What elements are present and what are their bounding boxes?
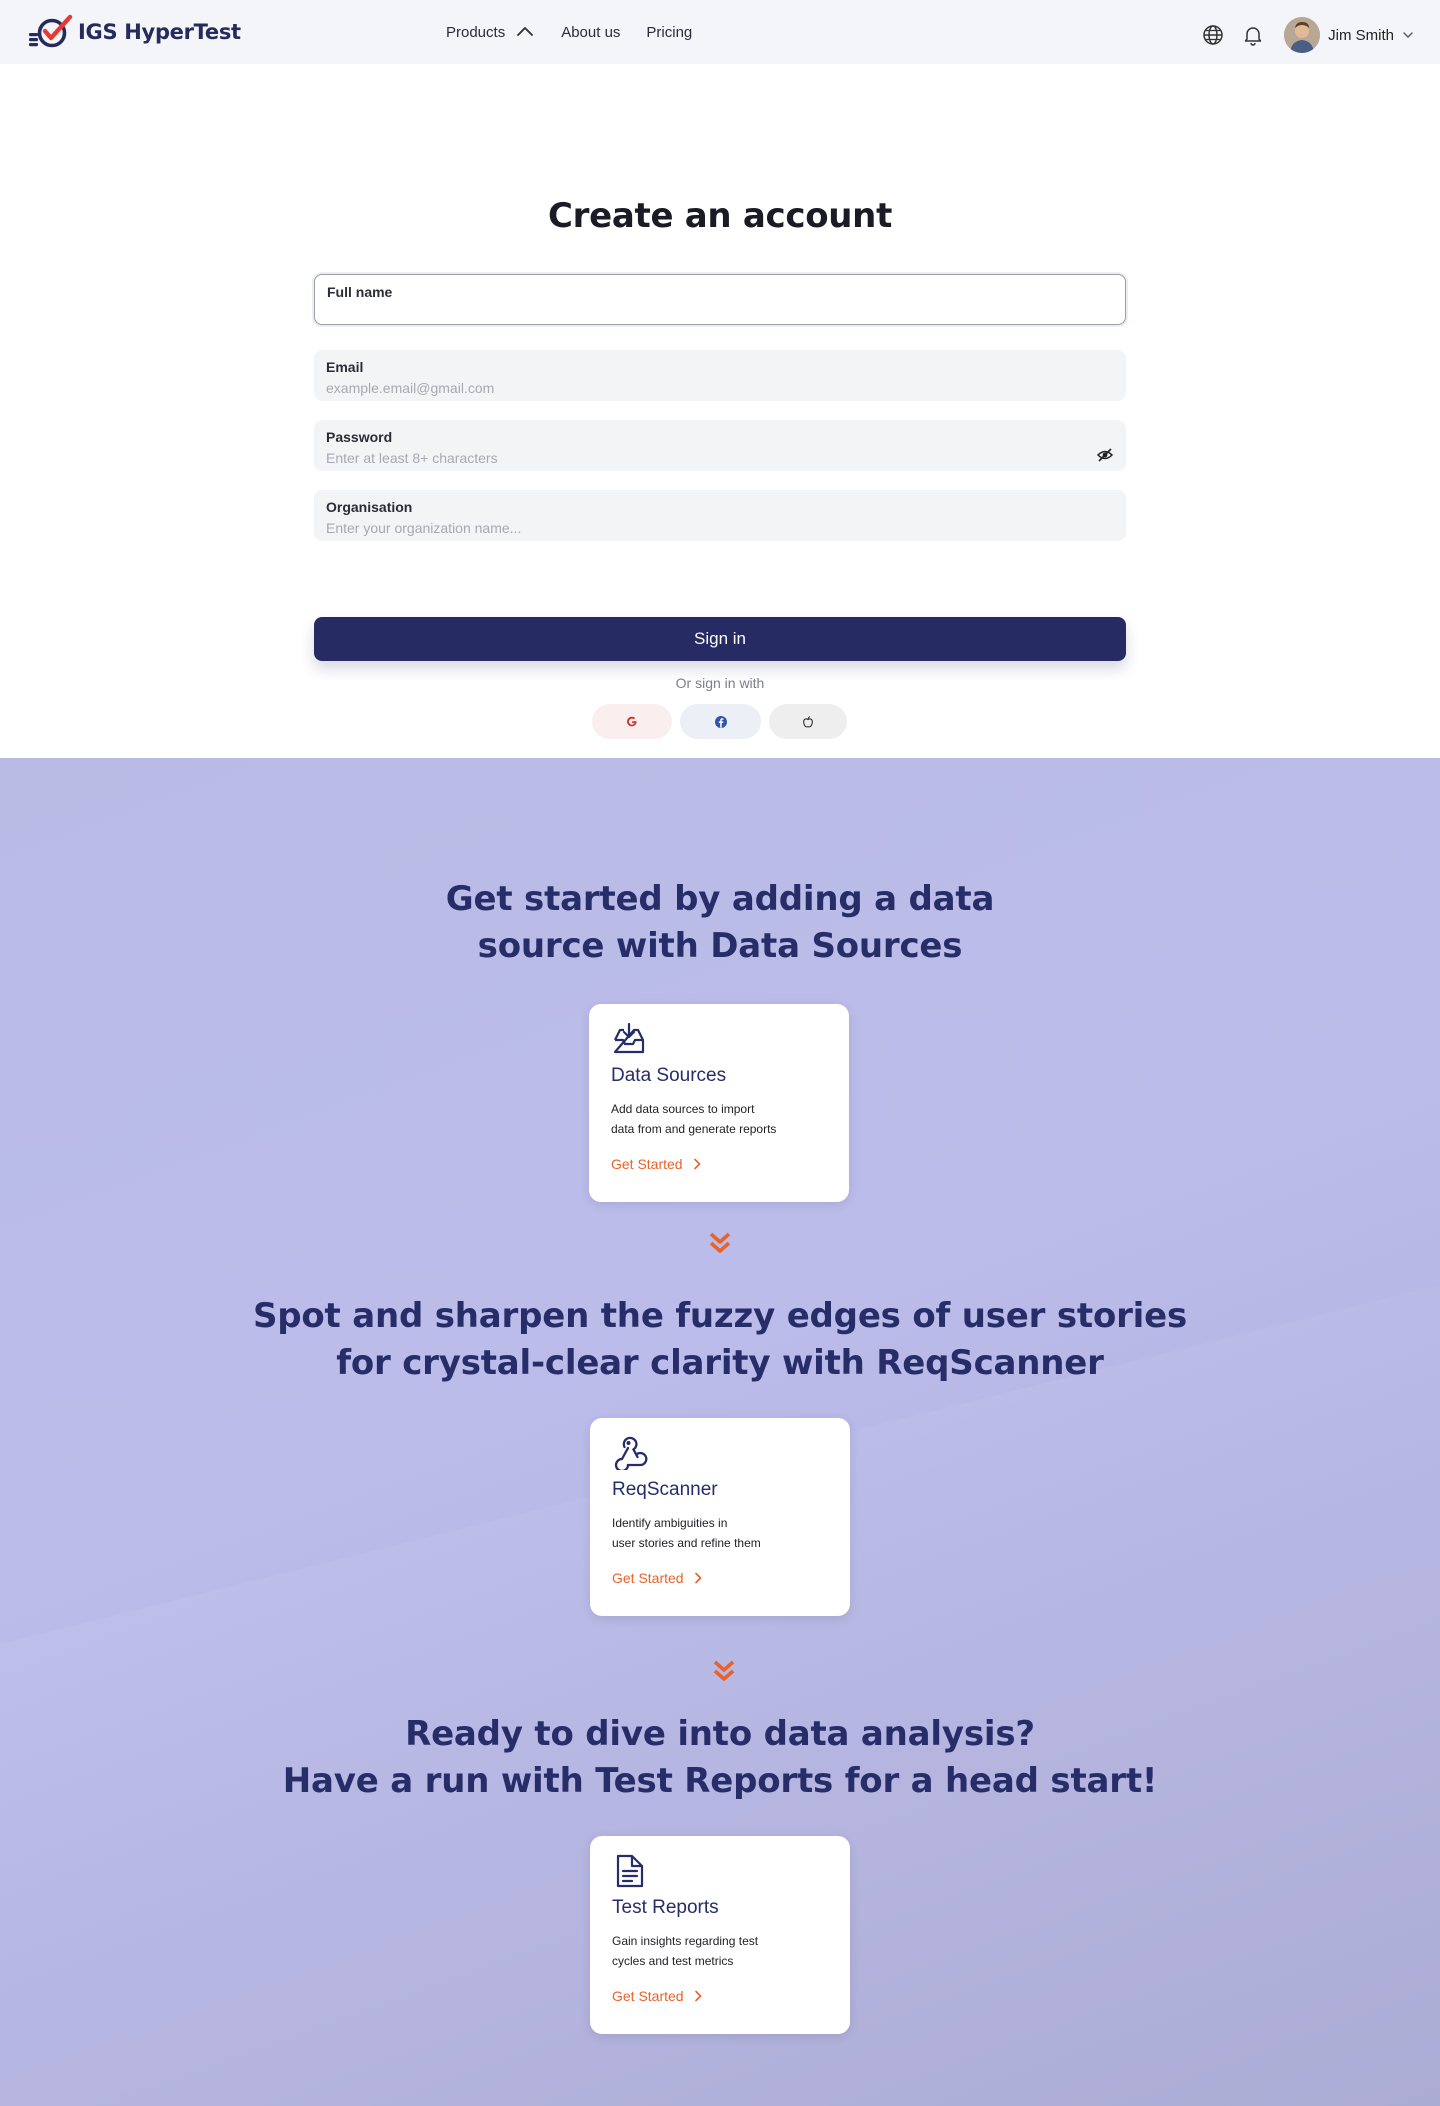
facebook-signin-button[interactable] [680,704,761,739]
chevron-right-icon [693,1158,700,1170]
social-signin-group [592,704,847,739]
cta-label: Get Started [612,1570,684,1586]
nav-pricing-label: Pricing [646,23,693,41]
password-field[interactable]: Password [314,420,1126,471]
test-reports-card[interactable]: Test Reports Gain insights regarding tes… [590,1836,850,2034]
apple-signin-button[interactable] [769,704,847,739]
full-name-field[interactable]: Full name [314,274,1126,325]
google-icon [627,716,637,726]
password-input[interactable] [326,450,1114,466]
globe-icon[interactable] [1200,22,1226,48]
sign-in-button[interactable]: Sign in [314,617,1126,661]
double-chevron-down-icon [709,1232,731,1253]
logo-text: IGS HyperTest [78,20,241,44]
heading-line: Have a run with Test Reports for a head … [282,1761,1158,1801]
reqscanner-card[interactable]: ReqScanner Identify ambiguities in user … [590,1418,850,1616]
user-name: Jim Smith [1328,26,1394,44]
card-description: Identify ambiguities in user stories and… [612,1513,802,1553]
logo-mark-icon [29,14,73,48]
avatar [1284,17,1321,53]
password-label: Password [326,429,393,445]
get-started-link[interactable]: Get Started [612,1570,828,1586]
chevron-down-icon [1403,32,1413,38]
nav-products[interactable]: Products [446,22,535,42]
nav-about-label: About us [561,23,621,41]
organisation-label: Organisation [326,499,413,515]
card-desc-line: data from and generate reports [611,1122,777,1136]
inbox-download-icon [613,1022,645,1054]
card-desc-line: Gain insights regarding test [612,1934,759,1948]
user-menu[interactable]: Jim Smith [1284,17,1414,53]
heading-line: source with Data Sources [477,926,963,966]
data-sources-card[interactable]: Data Sources Add data sources to import … [589,1004,849,1202]
card-title: ReqScanner [612,1479,718,1500]
organisation-field[interactable]: Organisation [314,490,1126,541]
main-nav: Products About us Pricing [446,22,692,42]
document-icon [616,1854,644,1888]
email-field[interactable]: Email [314,350,1126,401]
double-chevron-down-icon [713,1660,735,1681]
google-signin-button[interactable] [592,704,672,739]
page-title: Create an account [547,196,893,236]
cta-label: Get Started [612,1988,684,2004]
get-started-link[interactable]: Get Started [612,1988,828,2004]
bell-icon[interactable] [1240,22,1266,48]
facebook-icon [714,715,727,728]
card-description: Gain insights regarding test cycles and … [612,1931,802,1971]
card-desc-line: Identify ambiguities in [612,1516,728,1530]
get-started-link[interactable]: Get Started [611,1156,827,1172]
webhook-icon [614,1436,648,1473]
organisation-input[interactable] [326,520,1114,536]
nav-products-label: Products [446,23,506,41]
apple-icon [803,715,813,727]
heading-line: Spot and sharpen the fuzzy edges of user… [252,1296,1188,1336]
getting-started-section: Get started by adding a data source with… [0,758,1440,2106]
full-name-label: Full name [327,284,393,300]
card-description: Add data sources to import data from and… [611,1099,801,1139]
chevron-up-icon [517,27,534,36]
eye-off-icon[interactable] [1096,446,1114,464]
heading-line: Get started by adding a data [445,879,995,919]
test-reports-heading: Ready to dive into data analysis? Have a… [0,1711,1440,1805]
card-desc-line: Add data sources to import [611,1102,755,1116]
heading-line: for crystal-clear clarity with ReqScanne… [336,1343,1104,1383]
full-name-input[interactable] [327,305,1113,321]
chevron-right-icon [694,1572,701,1584]
data-sources-heading: Get started by adding a data source with… [0,876,1440,970]
top-navbar: IGS HyperTest Products About us Pricing [0,0,1440,64]
card-title: Test Reports [612,1897,719,1918]
reqscanner-heading: Spot and sharpen the fuzzy edges of user… [0,1293,1440,1387]
nav-about-us[interactable]: About us [561,24,620,41]
email-label: Email [326,359,364,375]
nav-pricing[interactable]: Pricing [646,24,692,41]
chevron-right-icon [694,1990,701,2002]
alt-signin-text: Or sign in with [675,675,765,691]
signup-form-section: Create an account Full name Email Passwo… [0,64,1440,758]
email-input[interactable] [326,380,1114,396]
brand-logo[interactable]: IGS HyperTest [28,14,241,50]
card-desc-line: cycles and test metrics [612,1954,734,1968]
header-actions: Jim Smith [1200,17,1414,53]
card-desc-line: user stories and refine them [612,1536,761,1550]
card-title: Data Sources [611,1065,727,1086]
cta-label: Get Started [611,1156,683,1172]
heading-line: Ready to dive into data analysis? [405,1714,1035,1754]
